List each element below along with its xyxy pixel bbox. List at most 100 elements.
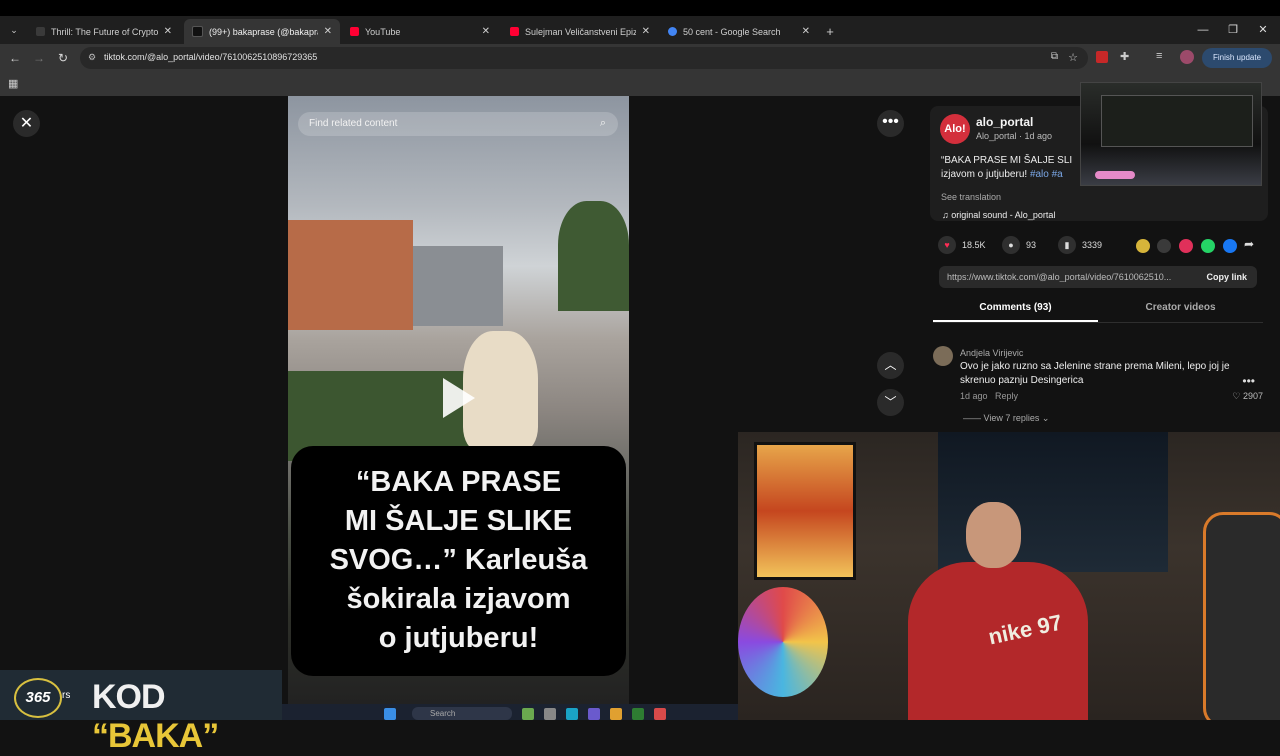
panel-tabs: Comments (93) Creator videos bbox=[933, 298, 1263, 322]
taskbar-chrome-icon[interactable] bbox=[654, 708, 666, 720]
kod-prefix: KOD bbox=[92, 678, 166, 716]
bookmark-icon: ▮ bbox=[1058, 236, 1076, 254]
close-icon[interactable]: ✕ bbox=[642, 26, 650, 37]
logo-suffix: rs bbox=[62, 690, 71, 701]
back-button[interactable]: ← bbox=[7, 50, 23, 66]
close-icon[interactable]: ✕ bbox=[164, 26, 172, 37]
view-replies-button[interactable]: —— View 7 replies ⌄ bbox=[963, 413, 1049, 424]
extensions-puzzle-icon[interactable]: ✚ bbox=[1120, 50, 1129, 63]
comment-like-button[interactable]: ♡ 2907 bbox=[1232, 391, 1263, 402]
maximize-button[interactable]: ❐ bbox=[1218, 16, 1248, 44]
comment-time: 1d ago bbox=[960, 391, 988, 401]
play-icon[interactable] bbox=[443, 378, 475, 418]
avatar[interactable]: Alo! bbox=[940, 114, 970, 144]
tab-label: 50 cent - Google Search bbox=[683, 26, 781, 37]
forward-button[interactable]: → bbox=[31, 50, 47, 66]
tab-label: Thrill: The Future of Crypto Casinos bbox=[51, 26, 158, 37]
google-favicon-icon bbox=[668, 27, 677, 36]
taskbar-app-icon[interactable] bbox=[588, 708, 600, 720]
search-placeholder: Find related content bbox=[309, 118, 398, 129]
hashtag-link[interactable]: #alo #a bbox=[1030, 169, 1063, 180]
site-info-icon[interactable]: ⚙ bbox=[88, 52, 96, 63]
taskbar-app-icon[interactable] bbox=[566, 708, 578, 720]
post-meta: Alo_portal · 1d ago bbox=[976, 131, 1053, 141]
taskbar-app-icon[interactable] bbox=[522, 708, 534, 720]
comment-text: Ovo je jako ruzno sa Jelenine strane pre… bbox=[960, 361, 1230, 386]
see-translation-link[interactable]: See translation bbox=[941, 192, 1001, 202]
taskbar-folder-icon[interactable] bbox=[610, 708, 622, 720]
caption-line: šokirala izjavom bbox=[346, 583, 571, 615]
comment-count: 93 bbox=[1026, 240, 1037, 250]
tab-thrill[interactable]: Thrill: The Future of Crypto Casinos ✕ bbox=[28, 19, 180, 44]
tab-search-button[interactable]: ⌄ bbox=[4, 22, 24, 38]
find-related-search[interactable]: Find related content ⌕ bbox=[298, 112, 618, 136]
repost-icon[interactable] bbox=[1136, 239, 1150, 253]
video-caption: “BAKA PRASE MI ŠALJE SLIKE SVOG…” Karleu… bbox=[291, 446, 626, 676]
save-button[interactable]: ▮ 3339 bbox=[1058, 236, 1102, 254]
windows-taskbar: Search bbox=[282, 704, 738, 720]
tab-creator-videos[interactable]: Creator videos bbox=[1098, 302, 1263, 313]
minimize-button[interactable]: — bbox=[1188, 16, 1218, 44]
copy-link-button[interactable]: Copy link bbox=[1206, 272, 1247, 282]
taskbar-app-icon[interactable] bbox=[632, 708, 644, 720]
close-icon[interactable]: ✕ bbox=[324, 26, 332, 37]
heart-outline-icon: ♡ bbox=[1232, 391, 1243, 401]
comment-more-icon[interactable]: ••• bbox=[1242, 374, 1255, 388]
reply-button[interactable]: Reply bbox=[995, 391, 1018, 401]
media-control-icon[interactable]: ≡ bbox=[1156, 50, 1162, 62]
comment-button[interactable]: ● 93 bbox=[1002, 236, 1036, 254]
finish-update-button[interactable]: Finish update bbox=[1202, 48, 1272, 68]
whatsapp-icon[interactable] bbox=[1201, 239, 1215, 253]
facebook-icon[interactable] bbox=[1223, 239, 1237, 253]
close-icon[interactable]: ✕ bbox=[802, 26, 810, 37]
share-link-box: https://www.tiktok.com/@alo_portal/video… bbox=[939, 266, 1257, 288]
tab-label: YouTube bbox=[365, 26, 401, 37]
install-app-icon[interactable]: ⧉ bbox=[1051, 51, 1058, 62]
tab-tiktok[interactable]: (99+) bakaprase (@bakaprase) | TikTok ✕ bbox=[184, 19, 340, 44]
tab-comments[interactable]: Comments (93) bbox=[933, 302, 1098, 322]
like-count: 18.5K bbox=[962, 240, 986, 250]
new-tab-button[interactable]: + bbox=[820, 19, 840, 44]
video-scene-building bbox=[288, 220, 413, 330]
taskbar-search[interactable]: Search bbox=[412, 707, 512, 720]
tab-label: Sulejman Veličanstveni Epizoda bbox=[525, 26, 636, 37]
youtube-favicon-icon bbox=[350, 27, 359, 36]
like-button[interactable]: ♥ 18.5K bbox=[938, 236, 986, 254]
tab-sulejman[interactable]: Sulejman Veličanstveni Epizoda ✕ bbox=[502, 19, 658, 44]
address-bar[interactable]: ⚙ tiktok.com/@alo_portal/video/761006251… bbox=[80, 47, 1088, 69]
close-icon[interactable]: ✕ bbox=[482, 26, 490, 37]
apps-grid-icon[interactable]: ▦ bbox=[8, 77, 18, 90]
webcam-scene-chair bbox=[1203, 512, 1280, 720]
close-video-button[interactable]: ✕ bbox=[13, 110, 40, 137]
share-link-text[interactable]: https://www.tiktok.com/@alo_portal/video… bbox=[947, 272, 1187, 282]
url-text[interactable]: tiktok.com/@alo_portal/video/76100625108… bbox=[104, 52, 317, 62]
webcam-scene-tv bbox=[754, 442, 856, 580]
windows-start-icon[interactable] bbox=[384, 708, 396, 720]
sound-label: original sound - Alo_portal bbox=[951, 210, 1056, 220]
bookmark-star-icon[interactable]: ☆ bbox=[1068, 51, 1078, 64]
taskbar-app-icon[interactable] bbox=[544, 708, 556, 720]
description-text: “BAKA PRASE MI ŠALJE SLI bbox=[941, 155, 1073, 166]
more-options-button[interactable]: ••• bbox=[877, 110, 904, 137]
username[interactable]: alo_portal bbox=[976, 115, 1033, 129]
embed-icon[interactable] bbox=[1157, 239, 1171, 253]
window-close-button[interactable]: ✕ bbox=[1248, 16, 1278, 44]
profile-avatar[interactable] bbox=[1180, 50, 1194, 64]
save-count: 3339 bbox=[1082, 240, 1103, 250]
extension-icon[interactable] bbox=[1096, 51, 1108, 63]
sound-link[interactable]: ♫ original sound - Alo_portal bbox=[942, 210, 1055, 220]
comment-author[interactable]: Andjela Virijevic bbox=[960, 348, 1023, 358]
next-video-button[interactable]: ﹀ bbox=[877, 389, 904, 416]
avatar[interactable] bbox=[933, 346, 953, 366]
kod-word: “BAKA” bbox=[92, 717, 219, 755]
tab-google[interactable]: 50 cent - Google Search ✕ bbox=[660, 19, 818, 44]
webcam-overlay-room bbox=[1080, 82, 1262, 186]
webcam-scene-head bbox=[966, 502, 1021, 568]
send-icon[interactable] bbox=[1179, 239, 1193, 253]
video-player[interactable]: Find related content ⌕ “BAKA PRASE MI ŠA… bbox=[288, 96, 629, 704]
share-arrow-icon[interactable]: ➦ bbox=[1244, 237, 1254, 251]
previous-video-button[interactable]: ︿ bbox=[877, 352, 904, 379]
tab-youtube[interactable]: YouTube ✕ bbox=[342, 19, 498, 44]
reload-button[interactable]: ↻ bbox=[55, 50, 71, 66]
search-icon[interactable]: ⌕ bbox=[600, 117, 606, 130]
